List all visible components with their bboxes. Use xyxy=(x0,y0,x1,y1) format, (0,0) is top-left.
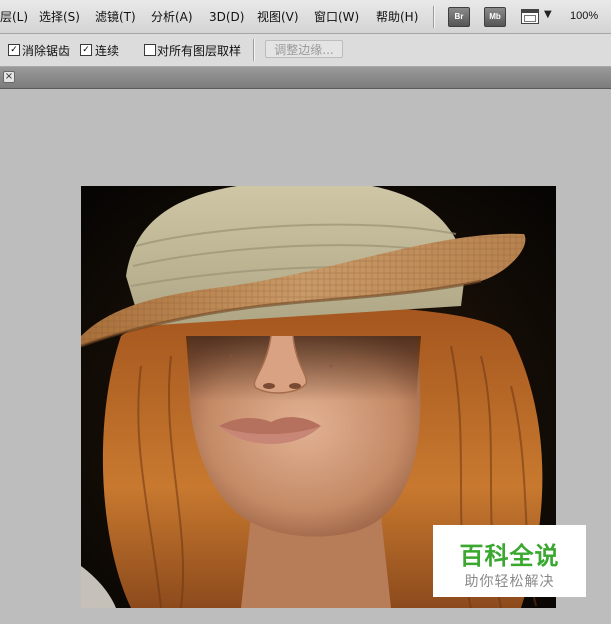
menu-select[interactable]: 选择(S) xyxy=(39,9,80,25)
sample-all-layers-checkbox[interactable] xyxy=(144,44,156,56)
menu-separator xyxy=(433,6,435,28)
refine-edge-button[interactable]: 调整边缘... xyxy=(265,40,343,58)
watermark-subtitle: 助你轻松解决 xyxy=(464,574,555,590)
menu-view[interactable]: 视图(V) xyxy=(257,9,299,25)
anti-alias-label: 消除锯齿 xyxy=(22,44,71,58)
menu-3d[interactable]: 3D(D) xyxy=(209,9,244,25)
contiguous-checkbox[interactable]: ✓ xyxy=(80,44,92,56)
menu-window[interactable]: 窗口(W) xyxy=(314,9,359,25)
chevron-down-icon[interactable]: ▼ xyxy=(544,9,552,20)
menu-bar: 层(L) 选择(S) 滤镜(T) 分析(A) 3D(D) 视图(V) 窗口(W)… xyxy=(0,0,611,34)
close-icon[interactable]: × xyxy=(3,71,15,83)
menu-layer[interactable]: 层(L) xyxy=(0,9,28,25)
watermark-logo: 百科全说 助你轻松解决 xyxy=(433,525,586,597)
screen-mode-icon[interactable] xyxy=(521,9,539,24)
sample-all-layers-label: 对所有图层取样 xyxy=(157,44,242,58)
document-tab-strip: × xyxy=(0,67,611,89)
menu-help[interactable]: 帮助(H) xyxy=(376,9,418,25)
watermark-title: 百科全说 xyxy=(459,542,560,570)
options-separator xyxy=(253,39,255,61)
zoom-level[interactable]: 100% xyxy=(570,10,598,22)
anti-alias-checkbox[interactable]: ✓ xyxy=(8,44,20,56)
contiguous-label: 连续 xyxy=(95,44,120,58)
menu-filter[interactable]: 滤镜(T) xyxy=(95,9,136,25)
menu-analysis[interactable]: 分析(A) xyxy=(151,9,193,25)
bridge-button[interactable]: Br xyxy=(448,7,470,27)
mini-bridge-button[interactable]: Mb xyxy=(484,7,506,27)
